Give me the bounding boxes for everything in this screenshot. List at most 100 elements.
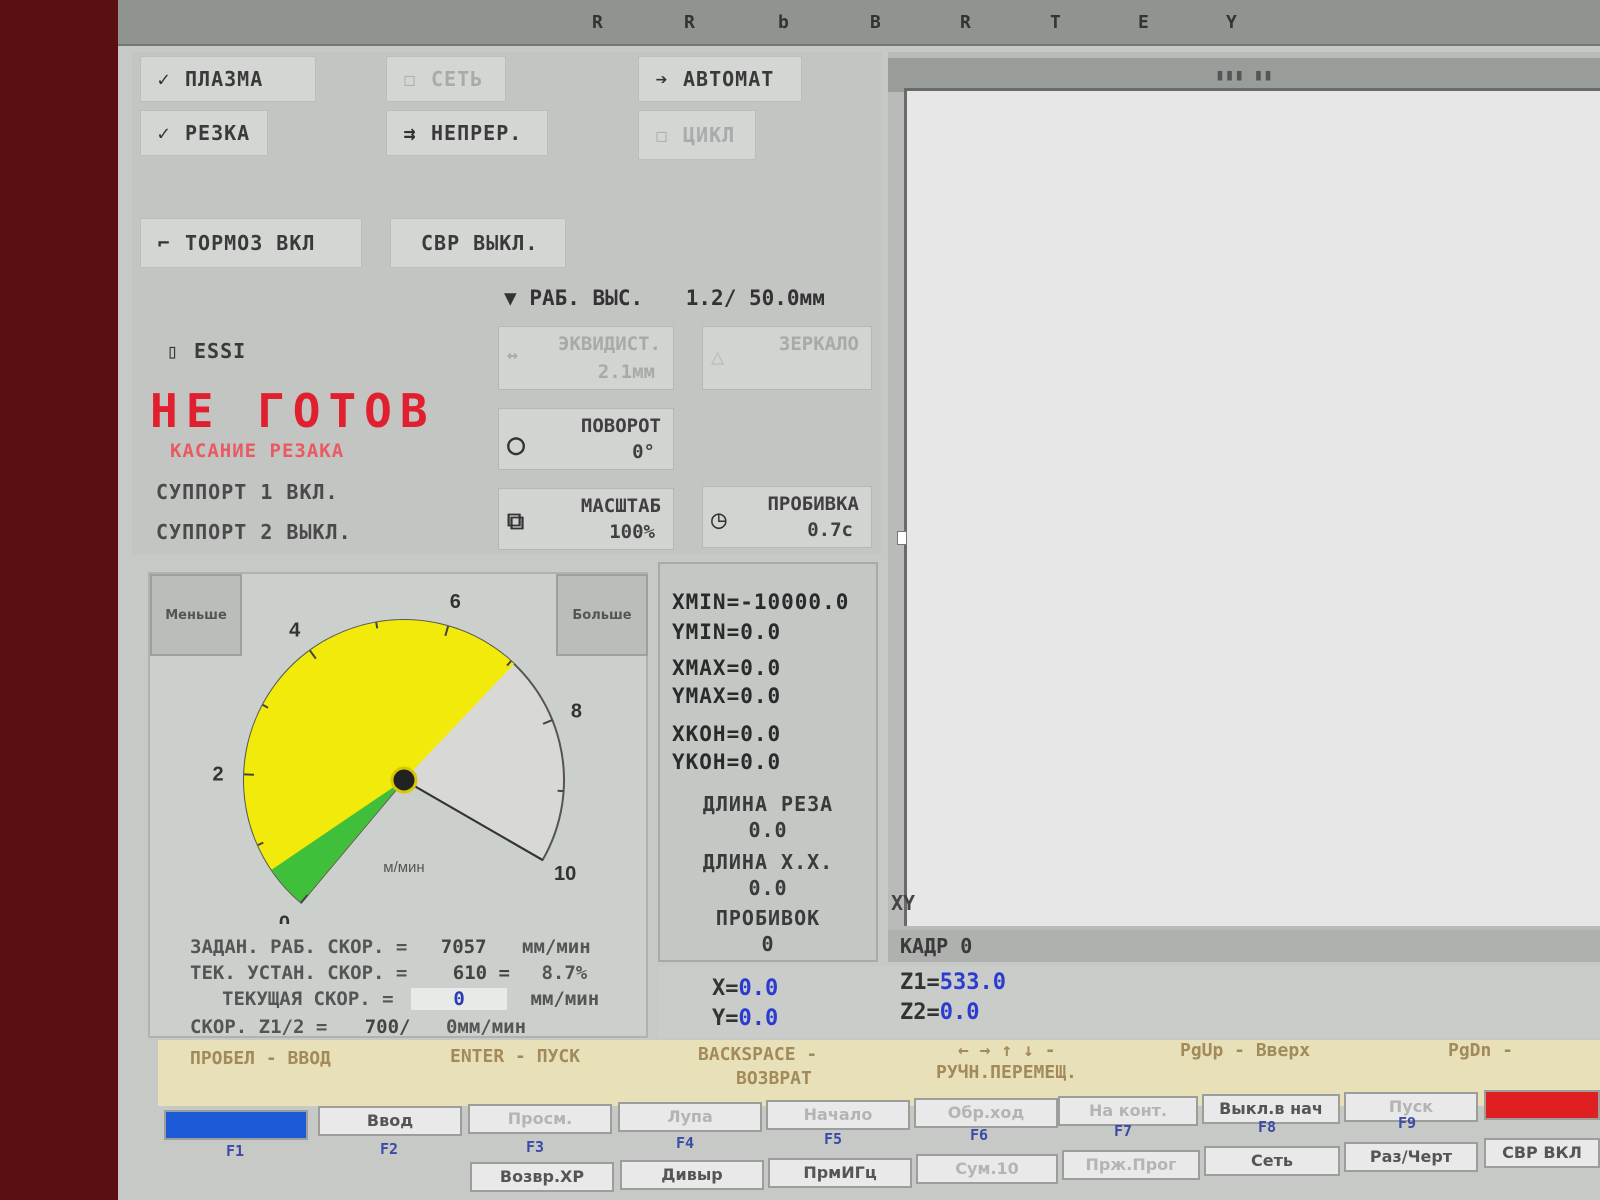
function-keys: ▮ Ввод Просм. Лупа Начало Обр.ход На кон…: [158, 1090, 1600, 1200]
gauge-tick-label: 2: [213, 764, 224, 786]
f5-key[interactable]: Начало: [766, 1100, 910, 1130]
mirror-icon: △: [711, 345, 725, 370]
arrow-right-icon: ➔: [655, 67, 669, 91]
document-icon: ▯: [166, 339, 180, 363]
f10-key[interactable]: ▮: [1484, 1090, 1600, 1120]
ymin-value: YMIN=0.0: [672, 620, 782, 644]
prz-prog-key[interactable]: Прж.Прог: [1062, 1150, 1200, 1180]
gauge-tick: [375, 622, 379, 629]
mirror-box[interactable]: △ ЗЕРКАЛО: [702, 326, 872, 390]
coords-panel: X=0.0 Y=0.0 Z1=533.0 Z2=0.0: [658, 966, 1600, 1038]
net-icon: ◻: [403, 67, 417, 91]
gauge-tick-label: 8: [571, 700, 582, 722]
equidistant-box[interactable]: ↔ ЭКВИДИСТ. 2.1мм: [498, 326, 674, 390]
plasma-label: ПЛАЗМА: [185, 67, 264, 91]
essi-indicator: ▯ ESSI: [150, 328, 256, 374]
cycle-icon: ◻: [655, 123, 669, 147]
scale-box[interactable]: ⧉ МАСШТАБ 100%: [498, 488, 674, 550]
pierce-box[interactable]: ◷ ПРОБИВКА 0.7с: [702, 486, 872, 548]
continuous-toggle[interactable]: ⇉ НЕПРЕР.: [386, 110, 548, 156]
f5-number: F5: [824, 1130, 843, 1148]
cutting-toggle[interactable]: ✓ РЕЗКА: [140, 110, 268, 156]
prmigc-key[interactable]: ПрмИГц: [768, 1158, 912, 1188]
return-xp-key[interactable]: Возвр.ХР: [470, 1162, 614, 1192]
f3-key[interactable]: Просм.: [468, 1104, 612, 1134]
status-title: НЕ ГОТОВ: [150, 384, 436, 438]
check-icon: ✓: [157, 67, 171, 91]
f2-key[interactable]: Ввод: [318, 1106, 462, 1136]
pierce-value: 0.7с: [807, 519, 853, 541]
f4-key[interactable]: Лупа: [618, 1102, 762, 1132]
net-key[interactable]: Сеть: [1204, 1146, 1340, 1176]
ymax-value: YMAX=0.0: [672, 684, 782, 708]
ykon-value: YKOH=0.0: [672, 750, 782, 774]
equidistant-value: 2.1мм: [597, 361, 655, 383]
topbar-letter: Y: [1226, 12, 1237, 33]
net-label: СЕТЬ: [431, 67, 484, 91]
set-speed-value: 7057: [440, 936, 487, 958]
cycle-toggle[interactable]: ◻ ЦИКЛ: [638, 110, 756, 160]
topbar-letter: E: [1138, 12, 1149, 33]
work-height-value: 1.2/ 50.0мм: [685, 286, 825, 310]
check-icon: ✓: [157, 121, 171, 145]
equidistant-icon: ↔: [507, 345, 518, 366]
hint-arrows-2: РУЧН.ПЕРЕМЕЩ.: [936, 1062, 1077, 1083]
f2-number: F2: [380, 1140, 399, 1158]
f4-number: F4: [676, 1134, 695, 1152]
net-toggle[interactable]: ◻ СЕТЬ: [386, 56, 506, 102]
brake-icon: ⌐: [157, 231, 171, 255]
hint-pgup: PgUp - Вверх: [1180, 1040, 1311, 1061]
rotate-icon: ○: [507, 427, 526, 462]
gauge-tick-label: 6: [450, 591, 461, 613]
frame-indicator: КАДР 0: [888, 930, 1600, 962]
svr-toggle[interactable]: СВР ВЫКЛ.: [390, 218, 566, 268]
xmin-value: XMIN=-10000.0: [672, 590, 850, 614]
topbar-letter: T: [1050, 12, 1061, 33]
svr-on-key[interactable]: СВР ВКЛ: [1484, 1138, 1600, 1168]
auto-toggle[interactable]: ➔ АВТОМАТ: [638, 56, 802, 102]
plot-canvas[interactable]: XY: [891, 88, 1600, 926]
work-height[interactable]: ▼ РАБ. ВЫС. 1.2/ 50.0мм: [504, 286, 825, 310]
est-speed-row: ТЕК. УСТАН. СКОР. = 610 = 8.7%: [190, 962, 587, 984]
gauge-tick-label: 0: [279, 912, 290, 924]
rotate-value: 0°: [632, 441, 655, 463]
z-speed-unit: 0мм/мин: [445, 1016, 527, 1038]
hint-backspace-1: BACKSPACE -: [698, 1044, 818, 1065]
set-speed-row: ЗАДАН. РАБ. СКОР. = 7057 мм/мин: [190, 936, 591, 958]
gauge-hub: [390, 766, 418, 794]
rotate-box[interactable]: ○ ПОВОРОТ 0°: [498, 408, 674, 470]
idle-length-label: ДЛИНА Х.Х.: [702, 850, 834, 874]
raz-chert-key[interactable]: Раз/Черт: [1344, 1142, 1478, 1172]
f6-key[interactable]: Обр.ход: [914, 1098, 1058, 1128]
hint-space: ПРОБЕЛ - ВВОД: [190, 1048, 331, 1069]
sum10-key[interactable]: Сум.10: [916, 1154, 1058, 1184]
hint-pgdn: PgDn -: [1448, 1040, 1514, 1061]
z-speed-row: СКОР. Z1/2 = 700/ 0мм/мин: [190, 1016, 526, 1038]
y-coord-label: Y=: [712, 1006, 739, 1031]
current-speed-row: ТЕКУЩАЯ СКОР. = 0 мм/мин: [222, 988, 599, 1010]
f1-key[interactable]: ▮: [164, 1110, 308, 1140]
rotate-label: ПОВОРОТ: [580, 415, 661, 437]
current-speed-unit: мм/мин: [530, 988, 600, 1010]
est-speed-value: 610 =: [452, 962, 510, 984]
divyr-key[interactable]: Дивыр: [620, 1160, 764, 1190]
set-speed-label: ЗАДАН. РАБ. СКОР. =: [190, 936, 408, 958]
est-speed-pct: 8.7%: [541, 962, 588, 984]
gauge-tick-label: 4: [289, 620, 301, 642]
z1-coord-label: Z1=: [900, 970, 940, 995]
plasma-toggle[interactable]: ✓ ПЛАЗМА: [140, 56, 316, 102]
pierce-label: ПРОБИВКА: [767, 493, 859, 515]
support2-status: СУППОРТ 2 ВЫКЛ.: [156, 520, 352, 544]
limits-panel: XMIN=-10000.0 YMIN=0.0 XMAX=0.0 YMAX=0.0…: [658, 562, 878, 962]
est-speed-label: ТЕК. УСТАН. СКОР. =: [190, 962, 408, 984]
work-height-label: РАБ. ВЫС.: [529, 286, 644, 310]
z-speed-value: 700/: [364, 1016, 411, 1038]
topbar-letter: R: [592, 12, 603, 33]
brake-label: ТОРМОЗ ВКЛ: [185, 231, 316, 255]
top-status-bar: R R b B R T E Y: [118, 0, 1600, 46]
x-coord-value: 0.0: [738, 976, 779, 1001]
xkon-value: XKOH=0.0: [672, 722, 782, 746]
brake-toggle[interactable]: ⌐ ТОРМОЗ ВКЛ: [140, 218, 362, 268]
control-panel: ✓ ПЛАЗМА ✓ РЕЗКА ◻ СЕТЬ ⇉ НЕПРЕР. ➔ АВТО…: [132, 52, 882, 554]
scale-icon: ⧉: [507, 507, 525, 535]
